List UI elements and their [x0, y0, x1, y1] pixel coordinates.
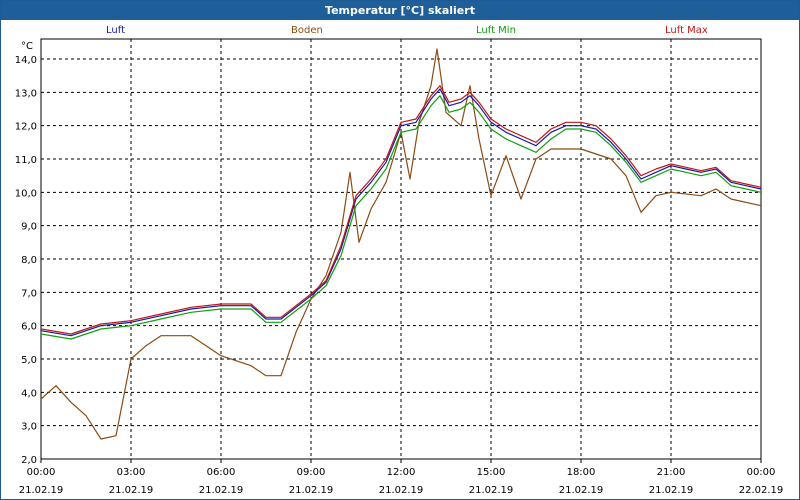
- x-tick-time-label: 00:00: [27, 467, 56, 478]
- x-tick-date-label: 21.02.19: [19, 485, 64, 496]
- y-tick-label: 3,0: [21, 422, 37, 433]
- y-tick-label: 5,0: [21, 355, 37, 366]
- y-tick-label: 4,0: [21, 388, 37, 399]
- x-tick-time-label: 06:00: [207, 467, 236, 478]
- x-tick-time-label: 03:00: [117, 467, 146, 478]
- y-tick-label: 2,0: [21, 455, 37, 466]
- x-tick-date-label: 21.02.19: [469, 485, 514, 496]
- y-tick-label: 11,0: [15, 155, 37, 166]
- x-tick-date-label: 21.02.19: [289, 485, 334, 496]
- y-tick-label: 13,0: [15, 88, 37, 99]
- x-tick-time-label: 21:00: [657, 467, 686, 478]
- x-tick-date-label: 21.02.19: [109, 485, 154, 496]
- y-tick-label: 14,0: [15, 55, 37, 66]
- y-tick-label: 8,0: [21, 255, 37, 266]
- x-tick-time-label: 15:00: [477, 467, 506, 478]
- x-tick-date-label: 21.02.19: [649, 485, 694, 496]
- y-tick-label: 6,0: [21, 322, 37, 333]
- chart-plot: 2,0 3,0 4,0 5,0 6,0 7,0 8,0 9,0 10,0 11,0 12,0 13,0…: [15, 38, 784, 496]
- x-tick-time-label: 09:00: [297, 467, 326, 478]
- y-tick-label: 10,0: [15, 188, 37, 199]
- x-tick-date-label: 21.02.19: [199, 485, 244, 496]
- chart-window: Temperatur [°C] skaliert Luft Boden Luft…: [0, 0, 800, 500]
- y-tick-label: 7,0: [21, 288, 37, 299]
- x-tick-date-label: 21.02.19: [379, 485, 424, 496]
- x-tick-time-label: 12:00: [387, 467, 416, 478]
- x-tick-date-label: 21.02.19: [559, 485, 604, 496]
- y-tick-label: 9,0: [21, 222, 37, 233]
- x-tick-date-label: 22.02.19: [739, 485, 784, 496]
- x-tick-time-label: 00:00: [747, 467, 776, 478]
- x-tick-time-label: 18:00: [567, 467, 596, 478]
- y-tick-label: 12,0: [15, 122, 37, 133]
- y-axis-label: °C: [21, 41, 33, 52]
